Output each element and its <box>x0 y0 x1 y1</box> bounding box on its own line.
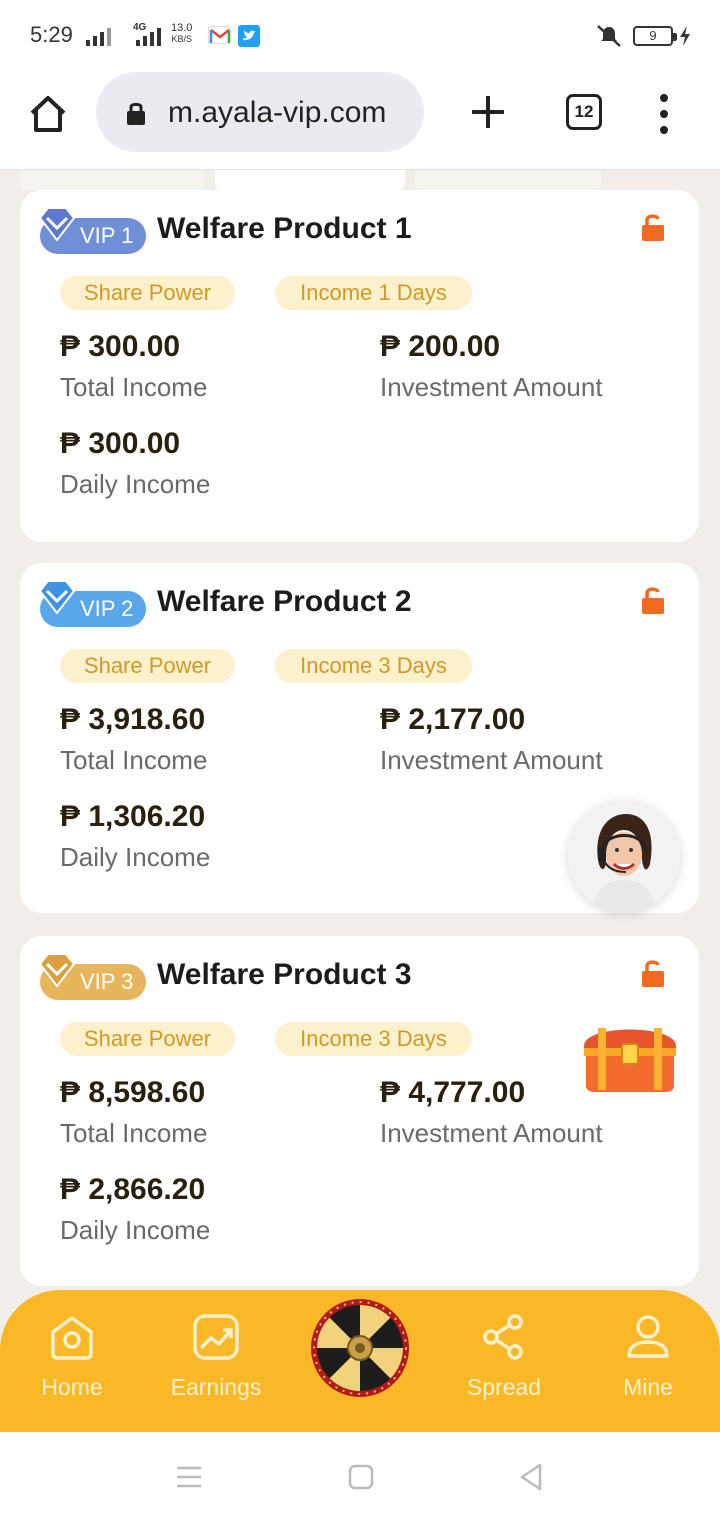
daily-income-label: Daily Income <box>60 469 211 499</box>
signal-icon-2 <box>136 28 161 46</box>
total-income-value: ₱ 8,598.60 <box>60 1076 206 1109</box>
vibrate-mute-icon <box>595 24 623 48</box>
lucky-wheel-icon <box>311 1299 409 1397</box>
hidden-card-edge <box>20 170 204 190</box>
more-options-icon[interactable] <box>652 92 676 136</box>
unlock-icon[interactable] <box>640 958 666 988</box>
income-days-tag: Income 3 Days <box>275 649 472 683</box>
income-days-tag: Income 1 Days <box>275 276 472 310</box>
unlock-icon[interactable] <box>640 212 666 242</box>
address-bar[interactable]: m.ayala-vip.com <box>96 72 424 152</box>
income-days-tag: Income 3 Days <box>275 1022 472 1056</box>
product-title: Welfare Product 2 <box>157 585 412 618</box>
total-income-label: Total Income <box>60 745 208 775</box>
unlock-icon[interactable] <box>640 585 666 615</box>
nav-spread[interactable]: Spread <box>449 1308 559 1408</box>
investment-amount-label: Investment Amount <box>380 745 603 775</box>
new-tab-button[interactable] <box>466 90 510 134</box>
total-income-label: Total Income <box>60 1118 208 1148</box>
charging-icon <box>678 25 692 47</box>
investment-amount-value: ₱ 2,177.00 <box>380 703 526 736</box>
earnings-chart-icon <box>193 1314 239 1360</box>
investment-amount-label: Investment Amount <box>380 1118 603 1148</box>
investment-amount-label: Investment Amount <box>380 372 603 402</box>
share-power-tag: Share Power <box>60 1022 235 1056</box>
home-system-icon[interactable] <box>346 1462 376 1492</box>
product-card[interactable]: VIP 1 Welfare Product 1 Share Power Inco… <box>20 190 699 542</box>
share-icon <box>483 1314 523 1360</box>
daily-income-value: ₱ 1,306.20 <box>60 800 206 833</box>
daily-income-value: ₱ 300.00 <box>60 427 181 460</box>
system-navigation-bar <box>0 1432 720 1520</box>
url-text: m.ayala-vip.com <box>168 96 387 129</box>
lock-icon <box>126 100 146 126</box>
share-power-tag: Share Power <box>60 276 235 310</box>
total-income-value: ₱ 300.00 <box>60 330 181 363</box>
signal-icon <box>86 28 111 46</box>
daily-income-value: ₱ 2,866.20 <box>60 1173 206 1206</box>
customer-support-avatar[interactable] <box>568 800 680 912</box>
diamond-icon <box>38 207 76 242</box>
diamond-icon <box>38 953 76 988</box>
status-time: 5:29 <box>30 22 73 47</box>
status-bar: 5:29 4G 13.0 KB/S 9 <box>0 0 720 72</box>
daily-income-label: Daily Income <box>60 1215 211 1245</box>
user-icon <box>627 1315 669 1358</box>
lucky-wheel-button[interactable] <box>310 1298 410 1398</box>
gmail-icon <box>208 26 231 44</box>
product-title: Welfare Product 3 <box>157 958 412 991</box>
twitter-icon <box>238 25 260 47</box>
hidden-card-edge <box>215 170 405 190</box>
product-title: Welfare Product 1 <box>157 212 412 245</box>
nav-earnings[interactable]: Earnings <box>161 1308 271 1408</box>
product-card[interactable]: VIP 3 Welfare Product 3 Share Power Inco… <box>20 936 699 1286</box>
treasure-chest-icon[interactable] <box>578 1016 682 1092</box>
nav-mine[interactable]: Mine <box>593 1308 703 1408</box>
recents-icon[interactable] <box>174 1462 204 1492</box>
vip-badge: VIP 3 <box>38 953 146 1000</box>
bottom-navigation: Home Earnings Spread Mine <box>0 1290 720 1432</box>
nav-home[interactable]: Home <box>17 1308 127 1408</box>
total-income-value: ₱ 3,918.60 <box>60 703 206 736</box>
net-speed: 13.0 KB/S <box>171 22 193 45</box>
home-icon <box>51 1316 93 1360</box>
browser-toolbar: m.ayala-vip.com 12 <box>0 72 720 170</box>
total-income-label: Total Income <box>60 372 208 402</box>
share-power-tag: Share Power <box>60 649 235 683</box>
investment-amount-value: ₱ 4,777.00 <box>380 1076 526 1109</box>
investment-amount-value: ₱ 200.00 <box>380 330 501 363</box>
tab-switcher-button[interactable]: 12 <box>566 94 602 130</box>
vip-badge: VIP 1 <box>38 207 146 254</box>
diamond-icon <box>38 580 76 615</box>
hidden-card-edge <box>415 170 601 190</box>
vip-badge: VIP 2 <box>38 580 146 627</box>
back-icon[interactable] <box>516 1462 546 1492</box>
battery-icon: 9 <box>633 26 677 46</box>
browser-home-button[interactable] <box>26 92 70 136</box>
daily-income-label: Daily Income <box>60 842 211 872</box>
